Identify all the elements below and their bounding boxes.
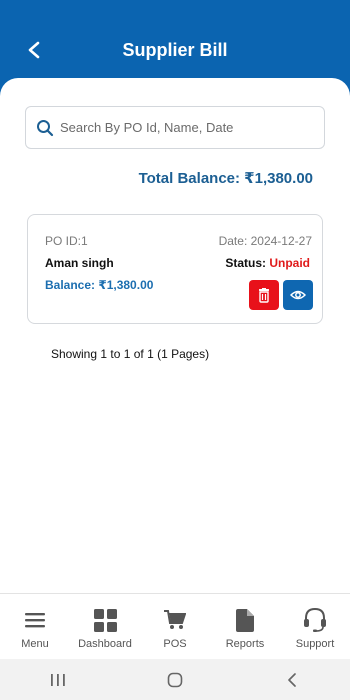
back-arrow-icon	[287, 672, 296, 687]
search-box[interactable]	[25, 106, 325, 149]
po-id: PO ID:1	[45, 234, 88, 248]
nav-label: POS	[163, 638, 187, 650]
pagination-info: Showing 1 to 1 of 1 (1 Pages)	[51, 347, 210, 361]
bill-date: Date: 2024-12-27	[218, 234, 312, 248]
nav-item-pos[interactable]: POS	[140, 594, 210, 659]
recent-apps-button[interactable]	[43, 668, 73, 692]
home-icon	[167, 672, 183, 687]
home-button[interactable]	[160, 668, 190, 692]
system-back-button[interactable]	[277, 668, 307, 692]
status-label: Status:	[225, 256, 266, 270]
content-sheet	[0, 78, 350, 593]
view-button[interactable]	[283, 280, 313, 310]
nav-label: Menu	[21, 638, 49, 650]
eye-icon	[290, 290, 306, 300]
supplier-name: Aman singh	[45, 256, 114, 270]
trash-icon	[259, 287, 269, 303]
nav-item-dashboard[interactable]: Dashboard	[70, 594, 140, 659]
nav-label: Dashboard	[78, 638, 132, 650]
menu-icon	[25, 613, 45, 628]
nav-label: Support	[295, 638, 335, 650]
nav-item-menu[interactable]: Menu	[0, 594, 70, 659]
bill-status: Status: Unpaid	[225, 256, 310, 270]
recent-apps-icon	[51, 673, 66, 686]
nav-item-support[interactable]: Support	[280, 594, 350, 659]
bottom-nav: Menu Dashboard POS Reports Support	[0, 593, 350, 659]
document-icon	[236, 608, 254, 632]
cart-icon	[164, 610, 186, 629]
nav-item-reports[interactable]: Reports	[210, 594, 280, 659]
dashboard-icon	[93, 608, 117, 632]
nav-label: Reports	[225, 638, 265, 650]
page-title: Supplier Bill	[122, 40, 228, 60]
system-nav-bar	[0, 659, 350, 700]
search-input[interactable]	[60, 120, 310, 135]
delete-button[interactable]	[249, 280, 279, 310]
total-balance: Total Balance: ₹1,380.00	[138, 170, 313, 187]
bill-card: PO ID:1 Date: 2024-12-27 Aman singh Stat…	[27, 214, 323, 324]
bill-balance: Balance: ₹1,380.00	[45, 278, 154, 292]
search-icon	[37, 119, 54, 136]
status-value: Unpaid	[269, 256, 310, 270]
headset-icon	[304, 608, 326, 632]
